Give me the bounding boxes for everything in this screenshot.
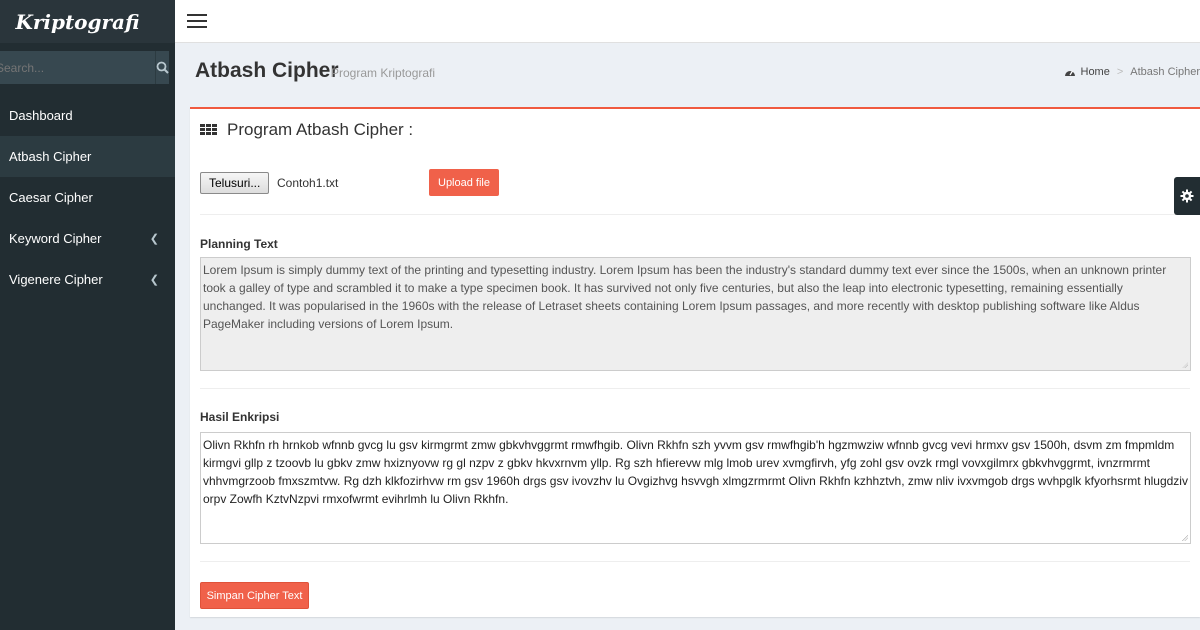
- sidebar: Kriptografi Dashboard Atbash Cipher Caes…: [0, 0, 175, 630]
- cipher-box: Program Atbash Cipher : Telusuri... Cont…: [190, 107, 1200, 617]
- selected-file-name: Contoh1.txt: [277, 176, 339, 190]
- sidebar-item-vigenere-cipher[interactable]: Vigenere Cipher ❮: [0, 259, 175, 300]
- sidebar-item-caesar-cipher[interactable]: Caesar Cipher: [0, 177, 175, 218]
- hamburger-menu-icon[interactable]: [187, 14, 207, 28]
- search-button[interactable]: [155, 51, 169, 84]
- sidebar-item-keyword-cipher[interactable]: Keyword Cipher ❮: [0, 218, 175, 259]
- sidebar-item-label: Vigenere Cipher: [9, 272, 103, 287]
- chevron-left-icon: ❮: [149, 233, 159, 245]
- save-cipher-text-button[interactable]: Simpan Cipher Text: [200, 582, 309, 609]
- box-title: Program Atbash Cipher :: [200, 120, 413, 140]
- box-title-text: Program Atbash Cipher :: [227, 120, 414, 139]
- sidebar-search: [0, 51, 169, 84]
- sidebar-item-label: Dashboard: [9, 108, 73, 123]
- th-grid-icon: [200, 123, 217, 137]
- breadcrumb-separator: >: [1116, 66, 1124, 78]
- resize-handle[interactable]: [1182, 362, 1188, 368]
- search-icon: [156, 61, 169, 74]
- breadcrumb-home-link[interactable]: Home: [1081, 66, 1110, 78]
- upload-file-button[interactable]: Upload file: [429, 169, 499, 196]
- breadcrumb: Home > Atbash Cipher: [1064, 66, 1200, 78]
- sidebar-menu: Dashboard Atbash Cipher Caesar Cipher Ke…: [0, 95, 175, 300]
- page-title: Atbash Cipher: [195, 59, 339, 82]
- file-browse-button[interactable]: Telusuri...: [200, 172, 270, 194]
- divider: [200, 214, 1190, 215]
- planning-text-area[interactable]: Lorem Ipsum is simply dummy text of the …: [200, 257, 1191, 371]
- content-header: Atbash Cipher Program Kriptografi Home >…: [175, 43, 1200, 103]
- top-navbar: [175, 0, 1200, 43]
- encryption-result-value: Olivn Rkhfn rh hrnkob wfnnb gvcg lu gsv …: [203, 438, 1188, 506]
- dashboard-icon: [1064, 70, 1075, 76]
- encryption-result-label: Hasil Enkripsi: [200, 410, 280, 424]
- divider: [200, 561, 1190, 562]
- sidebar-item-label: Atbash Cipher: [9, 149, 92, 164]
- sidebar-item-atbash-cipher[interactable]: Atbash Cipher: [0, 136, 175, 177]
- app-logo[interactable]: Kriptografi: [0, 0, 175, 43]
- gear-icon: [1180, 189, 1194, 203]
- sidebar-item-label: Caesar Cipher: [9, 190, 93, 205]
- page-subtitle: Program Kriptografi: [331, 66, 436, 80]
- sidebar-item-label: Keyword Cipher: [9, 231, 102, 246]
- divider: [200, 388, 1190, 389]
- chevron-left-icon: ❮: [149, 274, 159, 286]
- resize-handle[interactable]: [1182, 535, 1188, 541]
- settings-toggle[interactable]: [1174, 177, 1200, 215]
- search-input[interactable]: [0, 51, 155, 84]
- breadcrumb-current: Atbash Cipher: [1130, 66, 1200, 78]
- planning-text-label: Planning Text: [200, 237, 278, 251]
- planning-text-value: Lorem Ipsum is simply dummy text of the …: [203, 263, 1167, 331]
- sidebar-item-dashboard[interactable]: Dashboard: [0, 95, 175, 136]
- encryption-result-area[interactable]: Olivn Rkhfn rh hrnkob wfnnb gvcg lu gsv …: [200, 432, 1191, 544]
